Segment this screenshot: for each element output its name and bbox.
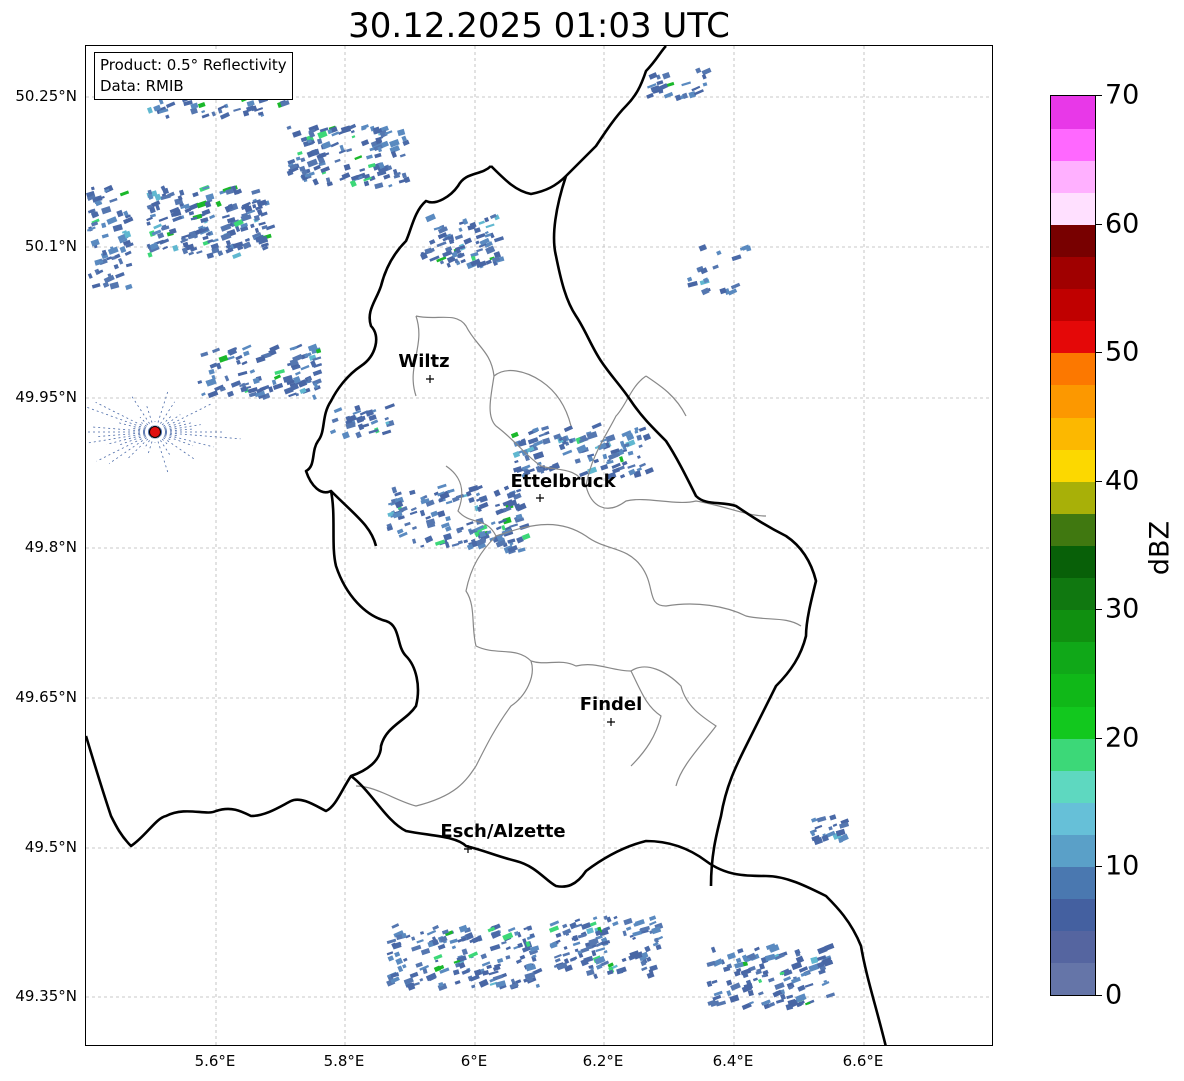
- lat-label: 49.65°N: [15, 688, 77, 706]
- radar-echoes: [86, 63, 850, 1011]
- lat-label: 49.8°N: [24, 538, 77, 556]
- colorbar-tick-label: 10: [1105, 850, 1140, 882]
- city-label-esch-alzette: Esch/Alzette: [440, 821, 566, 842]
- radar-site-marker: [149, 426, 161, 438]
- city-label-findel: Findel: [579, 694, 643, 715]
- colorbar-tick-mark: [1096, 609, 1102, 611]
- colorbar-segment: [1051, 545, 1095, 579]
- colorbar-segment: [1051, 192, 1095, 225]
- colorbar-segment: [1051, 352, 1095, 386]
- lon-label: 5.8°E: [323, 1052, 365, 1070]
- colorbar-segment: [1051, 577, 1095, 611]
- colorbar-tick-label: 50: [1105, 336, 1140, 368]
- graticule-grid: [86, 46, 992, 1045]
- colorbar-segment: [1051, 834, 1095, 868]
- colorbar-segment: [1051, 481, 1095, 514]
- colorbar: [1050, 95, 1096, 996]
- lat-label: 49.5°N: [24, 838, 77, 856]
- colorbar-segment: [1051, 96, 1095, 129]
- colorbar-tick-mark: [1096, 737, 1102, 739]
- colorbar-segment: [1051, 449, 1095, 482]
- colorbar-segment: [1051, 256, 1095, 290]
- colorbar-tick-mark: [1096, 95, 1102, 96]
- colorbar-tick-label: 20: [1105, 722, 1140, 754]
- colorbar-segment: [1051, 641, 1095, 675]
- colorbar-tick-label: 30: [1105, 593, 1140, 625]
- colorbar-tick-label: 60: [1105, 208, 1140, 240]
- city-markers: [426, 375, 615, 853]
- lon-label: 6°E: [460, 1052, 488, 1070]
- colorbar-segment: [1051, 673, 1095, 707]
- colorbar-tick-mark: [1096, 866, 1102, 868]
- colorbar-segment: [1051, 609, 1095, 643]
- colorbar-tick-mark: [1096, 480, 1102, 482]
- colorbar-segment: [1051, 770, 1095, 803]
- colorbar-segment: [1051, 866, 1095, 900]
- lon-label: 6.4°E: [712, 1052, 754, 1070]
- lat-label: 49.95°N: [15, 388, 77, 406]
- city-label-wiltz: Wiltz: [398, 351, 450, 372]
- colorbar-segment: [1051, 962, 1095, 996]
- lat-label: 50.25°N: [15, 87, 77, 105]
- product-info-box: Product: 0.5° Reflectivity Data: RMIB: [94, 52, 293, 100]
- lat-label: 49.35°N: [15, 987, 77, 1005]
- colorbar-segment: [1051, 417, 1095, 450]
- colorbar-tick-label: 40: [1105, 465, 1140, 497]
- colorbar-segment: [1051, 224, 1095, 258]
- colorbar-segment: [1051, 802, 1095, 835]
- city-label-ettelbruck: Ettelbruck: [510, 471, 616, 492]
- data-source-label: Data: RMIB: [100, 77, 184, 95]
- colorbar-segment: [1051, 706, 1095, 739]
- colorbar-tick-mark: [1096, 352, 1102, 354]
- colorbar-tick-label: 70: [1105, 79, 1140, 111]
- product-label: Product: 0.5° Reflectivity: [100, 56, 287, 74]
- colorbar-tick-mark: [1096, 223, 1102, 225]
- colorbar-segment: [1051, 898, 1095, 932]
- lon-label: 5.6°E: [194, 1052, 236, 1070]
- lon-label: 6.6°E: [842, 1052, 884, 1070]
- map-title: 30.12.2025 01:03 UTC: [348, 6, 730, 46]
- colorbar-segment: [1051, 160, 1095, 193]
- colorbar-segment: [1051, 513, 1095, 546]
- colorbar-segment: [1051, 320, 1095, 354]
- colorbar-segment: [1051, 288, 1095, 322]
- lat-label: 50.1°N: [24, 237, 77, 255]
- lon-label: 6.2°E: [582, 1052, 624, 1070]
- colorbar-tick-label: 0: [1105, 979, 1123, 1011]
- colorbar-tick-mark: [1096, 995, 1102, 996]
- map-canvas: [86, 46, 992, 1045]
- radar-map[interactable]: [85, 45, 993, 1046]
- colorbar-segment: [1051, 128, 1095, 161]
- colorbar-segment: [1051, 738, 1095, 771]
- colorbar-segment: [1051, 930, 1095, 964]
- colorbar-segment: [1051, 384, 1095, 418]
- colorbar-label: dBZ: [1144, 520, 1176, 576]
